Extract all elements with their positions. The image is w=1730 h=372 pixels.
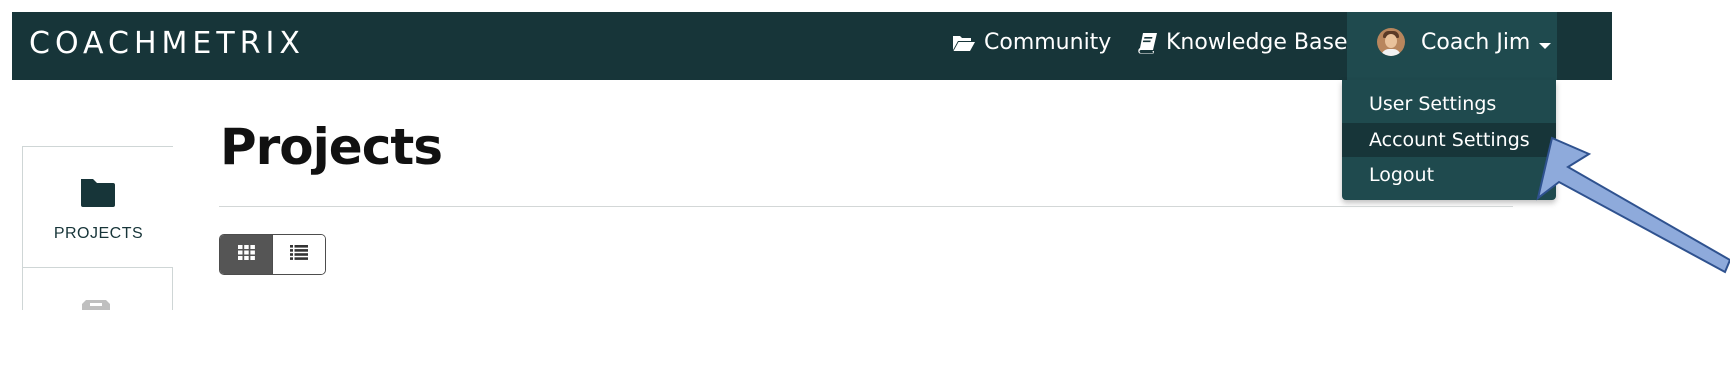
folder-icon bbox=[79, 177, 117, 214]
book-icon bbox=[1138, 32, 1158, 54]
user-name: Coach Jim bbox=[1421, 30, 1531, 55]
view-toggle bbox=[219, 234, 326, 275]
menu-item-logout[interactable]: Logout bbox=[1342, 158, 1556, 192]
menu-item-user-settings[interactable]: User Settings bbox=[1342, 87, 1556, 121]
nav-link-label: Community bbox=[984, 30, 1112, 55]
menu-item-account-settings[interactable]: Account Settings bbox=[1342, 123, 1556, 157]
sidebar-item-projects[interactable]: PROJECTS bbox=[22, 146, 173, 268]
nav-link-knowledge-base[interactable]: Knowledge Base bbox=[1138, 26, 1348, 60]
grid-view-button[interactable] bbox=[220, 235, 272, 274]
list-view-button[interactable] bbox=[272, 235, 325, 274]
grid-icon bbox=[237, 244, 255, 265]
nav-link-label: Knowledge Base bbox=[1166, 30, 1348, 55]
nav-link-community[interactable]: Community bbox=[952, 26, 1111, 60]
list-icon bbox=[290, 244, 308, 265]
title-divider bbox=[219, 206, 1513, 207]
folder-open-icon bbox=[952, 33, 976, 53]
avatar bbox=[1377, 28, 1405, 56]
sidebar-item-next[interactable] bbox=[22, 268, 173, 310]
page-title: Projects bbox=[220, 118, 443, 176]
user-dropdown-menu: User Settings Account Settings Logout bbox=[1342, 80, 1556, 200]
caret-down-icon bbox=[1539, 43, 1551, 49]
sidebar-item-label: PROJECTS bbox=[53, 225, 144, 242]
top-navbar: COACHMETRIX Community Knowledge Base Coa… bbox=[12, 12, 1612, 80]
callout-arrow bbox=[1536, 136, 1730, 274]
brand-logo[interactable]: COACHMETRIX bbox=[29, 24, 305, 64]
document-icon bbox=[82, 298, 114, 310]
user-menu-toggle[interactable]: Coach Jim bbox=[1347, 12, 1557, 80]
